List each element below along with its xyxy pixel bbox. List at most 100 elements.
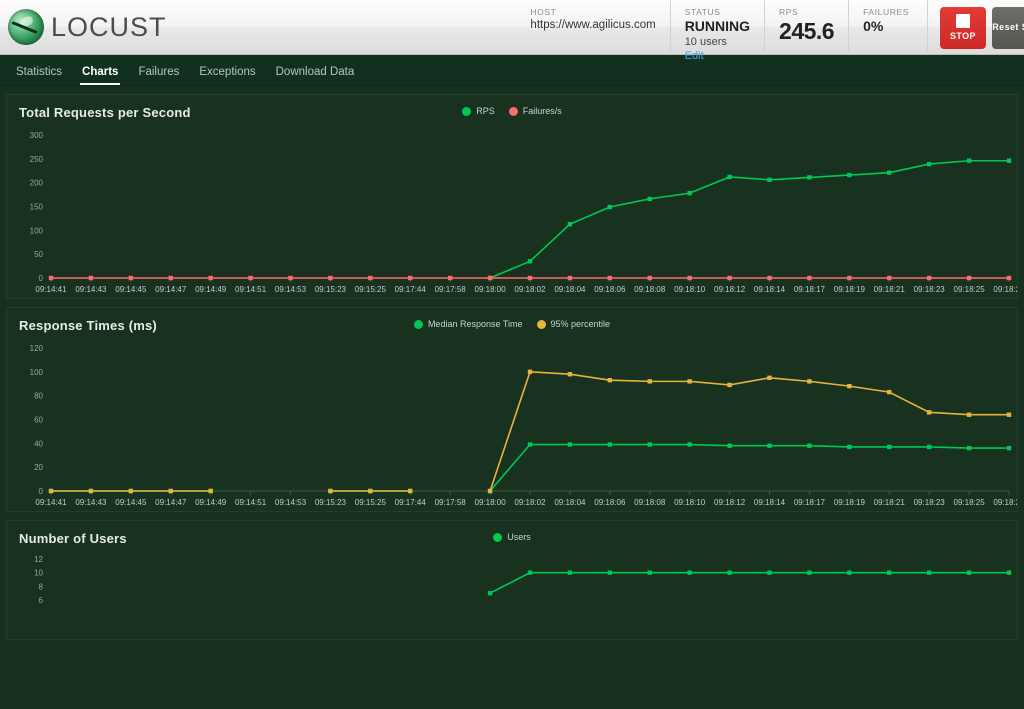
reset-stats-label: Reset Stats [992, 22, 1024, 32]
svg-text:09:14:45: 09:14:45 [115, 285, 147, 294]
svg-text:09:18:02: 09:18:02 [514, 498, 546, 507]
tab-charts[interactable]: Charts [72, 61, 128, 85]
tab-label: Download Data [275, 66, 355, 78]
svg-text:09:18:23: 09:18:23 [914, 498, 946, 507]
tab-exceptions[interactable]: Exceptions [189, 61, 265, 85]
stat-rps: RPS 245.6 [764, 0, 848, 55]
svg-text:09:18:12: 09:18:12 [714, 285, 746, 294]
stat-status: STATUS RUNNING 10 users Edit [669, 0, 764, 62]
svg-text:09:18:08: 09:18:08 [634, 498, 666, 507]
svg-text:09:18:14: 09:18:14 [754, 498, 786, 507]
app-logo: LOCUST [0, 9, 167, 45]
svg-text:09:14:47: 09:14:47 [155, 285, 187, 294]
host-value: https://www.agilicus.com [530, 19, 656, 31]
svg-text:12: 12 [34, 555, 43, 564]
svg-text:09:18:19: 09:18:19 [834, 285, 866, 294]
svg-text:09:15:23: 09:15:23 [315, 498, 347, 507]
chart-plot[interactable]: 6 8 10 12 [7, 521, 1017, 641]
nav-spacer [0, 86, 1024, 94]
tab-label: Statistics [16, 66, 63, 78]
svg-text:09:18:10: 09:18:10 [674, 498, 706, 507]
stop-square-icon [956, 14, 970, 28]
plot-area: 6 8 10 12 [7, 521, 1017, 641]
svg-text:09:14:51: 09:14:51 [235, 285, 267, 294]
tab-label: Exceptions [199, 66, 256, 78]
app-title: LOCUST [51, 11, 167, 42]
chart-card-3: Number of Users Users 6 8 10 12 [6, 520, 1018, 640]
rps-value: 245.6 [779, 18, 835, 44]
svg-text:09:18:06: 09:18:06 [594, 498, 626, 507]
svg-text:300: 300 [30, 131, 44, 140]
svg-text:09:18:21: 09:18:21 [874, 498, 906, 507]
host-label: HOST [530, 7, 557, 17]
svg-text:0: 0 [39, 487, 44, 496]
svg-text:6: 6 [39, 596, 44, 605]
svg-text:09:18:14: 09:18:14 [754, 285, 786, 294]
svg-text:09:18:12: 09:18:12 [714, 498, 746, 507]
chart-plot[interactable]: 0 50 100 150 200 250 300 09:14:41 09:14:43 09:14:… [7, 95, 1017, 300]
svg-text:09:18:27: 09:18:27 [993, 498, 1017, 507]
svg-text:09:18:21: 09:18:21 [874, 285, 906, 294]
svg-text:09:14:53: 09:14:53 [275, 498, 307, 507]
stop-button[interactable]: STOP [940, 6, 986, 49]
svg-text:09:14:41: 09:14:41 [35, 285, 67, 294]
svg-text:09:18:25: 09:18:25 [954, 285, 986, 294]
svg-text:09:14:41: 09:14:41 [35, 498, 67, 507]
svg-text:200: 200 [30, 179, 44, 188]
tab-statistics[interactable]: Statistics [6, 61, 72, 85]
tab-download-data[interactable]: Download Data [266, 61, 365, 85]
header-stats: HOST https://www.agilicus.com STATUS RUN… [516, 0, 1024, 62]
svg-text:09:17:58: 09:17:58 [435, 285, 467, 294]
svg-text:10: 10 [34, 569, 43, 578]
svg-text:09:18:19: 09:18:19 [834, 498, 866, 507]
svg-text:09:18:17: 09:18:17 [794, 498, 826, 507]
stop-button-label: STOP [950, 31, 976, 41]
svg-text:120: 120 [30, 344, 44, 353]
svg-text:20: 20 [34, 463, 43, 472]
svg-text:100: 100 [30, 226, 44, 235]
svg-text:09:18:10: 09:18:10 [674, 285, 706, 294]
header-buttons: STOP Reset Stats [927, 0, 1024, 55]
svg-text:09:18:02: 09:18:02 [514, 285, 546, 294]
status-value: RUNNING [684, 18, 751, 34]
svg-text:09:15:23: 09:15:23 [315, 285, 347, 294]
svg-text:09:18:00: 09:18:00 [475, 498, 507, 507]
svg-text:09:18:27: 09:18:27 [993, 285, 1017, 294]
svg-text:80: 80 [34, 392, 43, 401]
plot-area: 0 20 40 60 80 100 120 09:14:41 09:14:43 09:14:45 0… [7, 308, 1017, 513]
svg-text:09:18:04: 09:18:04 [554, 285, 586, 294]
svg-text:09:14:45: 09:14:45 [115, 498, 147, 507]
svg-text:09:14:43: 09:14:43 [75, 285, 107, 294]
edit-link[interactable]: Edit [685, 49, 750, 63]
rps-label: RPS [779, 7, 799, 17]
reset-stats-button[interactable]: Reset Stats [992, 6, 1024, 49]
main-nav: Statistics Charts Failures Exceptions Downlo… [0, 55, 1024, 86]
svg-text:09:15:25: 09:15:25 [355, 285, 387, 294]
chart-plot[interactable]: 0 20 40 60 80 100 120 09:14:41 09:14:43 09:14:45 0… [7, 308, 1017, 513]
svg-text:09:18:06: 09:18:06 [594, 285, 626, 294]
svg-text:09:18:00: 09:18:00 [475, 285, 507, 294]
svg-text:100: 100 [30, 368, 44, 377]
svg-text:0: 0 [39, 274, 44, 283]
app-header: LOCUST HOST https://www.agilicus.com STA… [0, 0, 1024, 62]
chart-card-1: Total Requests per Second RPS Failures/s 0 5… [6, 94, 1018, 299]
charts-container: Total Requests per Second RPS Failures/s 0 5… [0, 94, 1024, 640]
svg-text:09:17:58: 09:17:58 [435, 498, 467, 507]
svg-text:09:17:44: 09:17:44 [395, 498, 427, 507]
tab-failures[interactable]: Failures [128, 61, 189, 85]
status-users: 10 users [684, 36, 727, 48]
svg-text:09:18:25: 09:18:25 [954, 498, 986, 507]
svg-text:09:14:49: 09:14:49 [195, 498, 227, 507]
svg-text:09:18:04: 09:18:04 [554, 498, 586, 507]
svg-text:09:14:47: 09:14:47 [155, 498, 187, 507]
svg-text:09:18:23: 09:18:23 [914, 285, 946, 294]
svg-text:09:18:08: 09:18:08 [634, 285, 666, 294]
svg-text:60: 60 [34, 416, 43, 425]
svg-text:8: 8 [39, 582, 44, 591]
svg-text:250: 250 [30, 155, 44, 164]
svg-text:09:17:44: 09:17:44 [395, 285, 427, 294]
tab-label: Charts [82, 66, 119, 78]
failures-value: 0% [863, 18, 884, 34]
svg-text:09:14:43: 09:14:43 [75, 498, 107, 507]
svg-text:40: 40 [34, 439, 43, 448]
